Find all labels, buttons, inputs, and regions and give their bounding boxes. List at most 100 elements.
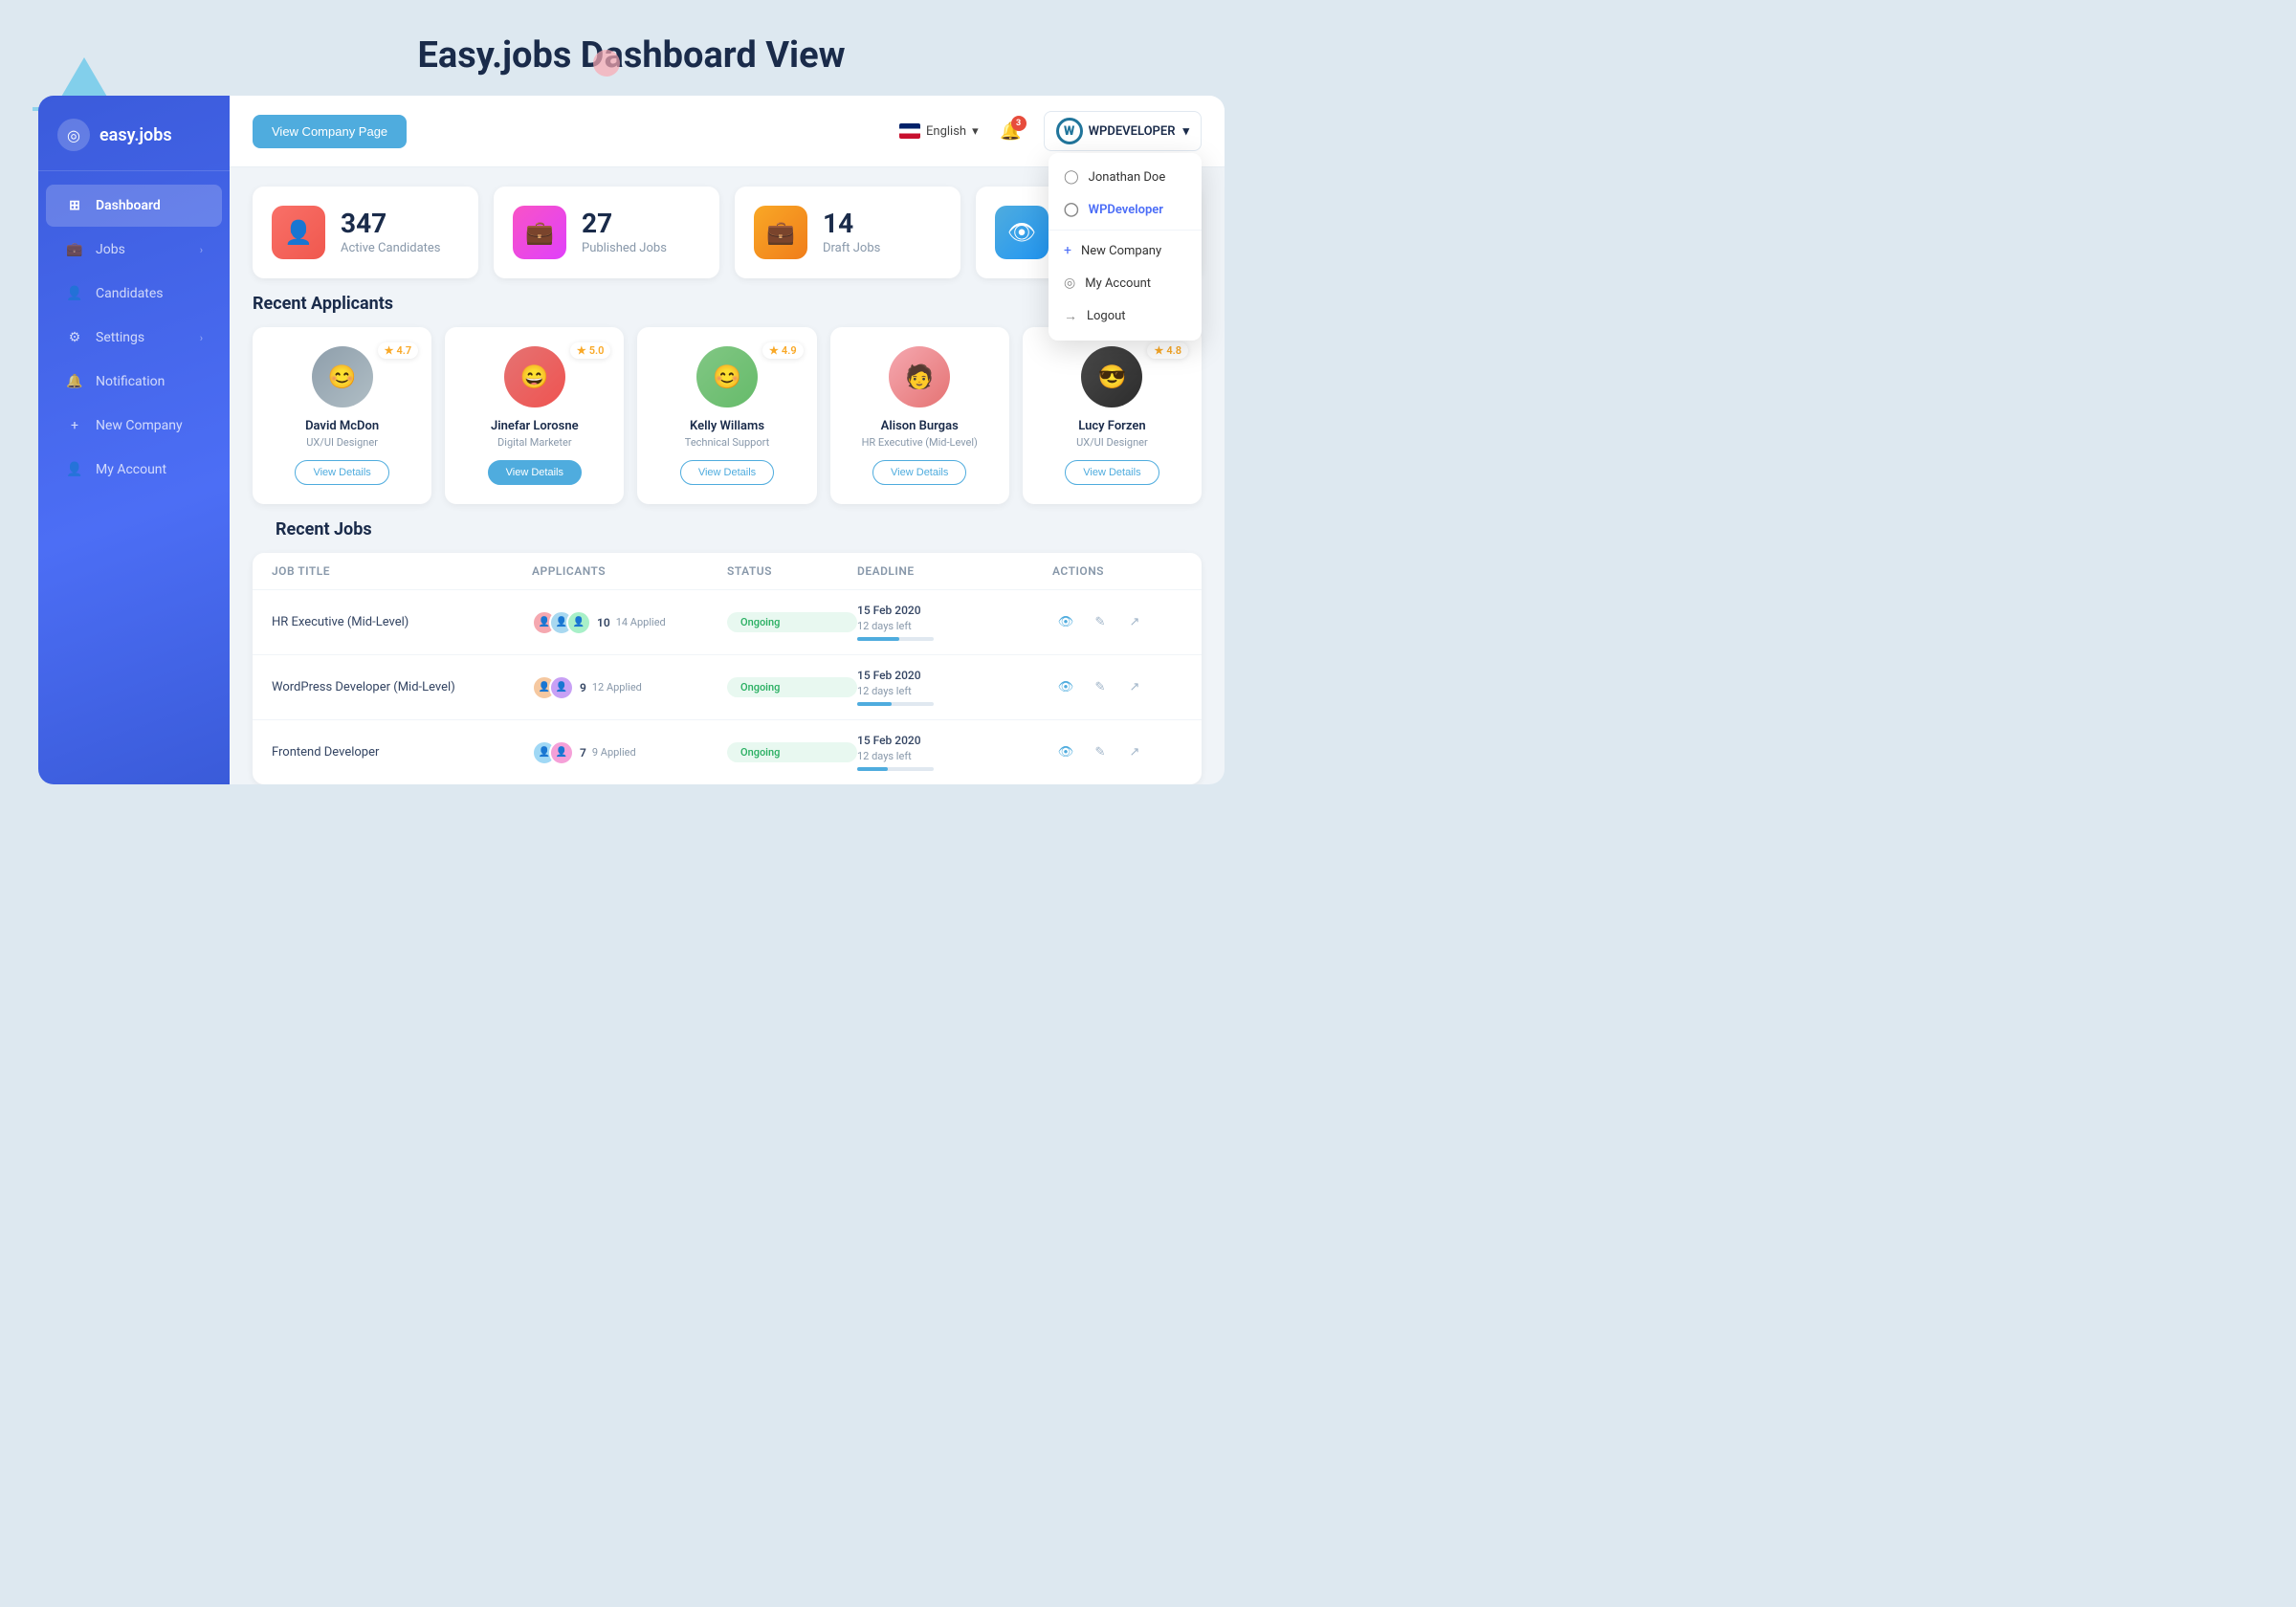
job-title: Frontend Developer (272, 745, 532, 759)
dropdown-item-wpdeveloper[interactable]: ◯ WPDeveloper (1049, 193, 1202, 226)
view-details-button[interactable]: View Details (488, 460, 582, 485)
sidebar-item-settings[interactable]: ⚙ Settings › (46, 317, 222, 359)
company-name: WPDEVELOPER (1089, 124, 1176, 139)
applicant-avatar: 😄 (504, 346, 565, 407)
col-status: Status (727, 564, 857, 578)
applicant-avatar: 😎 (1081, 346, 1142, 407)
table-row: HR Executive (Mid-Level) 👤 👤 👤 10 14 App… (253, 590, 1202, 655)
view-action-button[interactable]: 👁 (1052, 674, 1079, 701)
stat-card-published-jobs: 💼 27 Published Jobs (494, 187, 719, 278)
chevron-down-icon: ▾ (972, 124, 979, 139)
job-title: HR Executive (Mid-Level) (272, 615, 532, 629)
applicant-count: 7 (580, 746, 586, 759)
deadline-cell: 15 Feb 2020 12 days left (857, 669, 1052, 706)
notification-button[interactable]: 🔔 3 (994, 114, 1028, 148)
dropdown-item-label: My Account (1085, 276, 1151, 291)
main-layout: ◎ easy.jobs ⊞ Dashboard 💼 Jobs › 👤 Candi… (38, 96, 1225, 784)
edit-action-button[interactable]: ✎ (1087, 739, 1114, 766)
applicant-role: Digital Marketer (497, 436, 572, 449)
view-details-button[interactable]: View Details (295, 460, 388, 485)
candidates-icon: 👤 (65, 284, 84, 303)
view-action-button[interactable]: 👁 (1052, 609, 1079, 636)
stat-number: 27 (582, 210, 667, 237)
logo-icon: ◎ (57, 119, 90, 151)
applicant-card-lucy: ★ 4.8 😎 Lucy Forzen UX/UI Designer View … (1023, 327, 1202, 504)
rating-badge: ★ 4.9 (762, 342, 804, 359)
rating-badge: ★ 4.7 (378, 342, 419, 359)
applied-count: 9 Applied (592, 746, 636, 759)
view-details-button[interactable]: View Details (872, 460, 966, 485)
applicant-card-alison: 🧑 Alison Burgas HR Executive (Mid-Level)… (830, 327, 1009, 504)
topbar-left: View Company Page (253, 115, 884, 148)
sidebar-item-label: Settings (96, 330, 144, 345)
dropdown-item-new-company[interactable]: + New Company (1049, 234, 1202, 267)
stat-card-active-candidates: 👤 347 Active Candidates (253, 187, 478, 278)
language-selector[interactable]: English ▾ (899, 123, 979, 139)
table-row: WordPress Developer (Mid-Level) 👤 👤 9 12… (253, 655, 1202, 720)
applicant-count: 10 (597, 616, 610, 629)
sidebar-item-label: New Company (96, 418, 183, 433)
home-icon: ⊞ (65, 196, 84, 215)
stat-number: 14 (823, 210, 880, 237)
share-action-button[interactable]: ↗ (1121, 674, 1148, 701)
applicants-avatars: 👤 👤 👤 10 14 Applied (532, 610, 727, 635)
add-company-icon: + (65, 416, 84, 435)
edit-action-button[interactable]: ✎ (1087, 609, 1114, 636)
view-action-button[interactable]: 👁 (1052, 739, 1079, 766)
stat-label: Active Candidates (341, 241, 441, 255)
star-icon: ★ (769, 344, 779, 357)
applicant-count: 9 (580, 681, 586, 694)
applicant-card-jinefar: ★ 5.0 😄 Jinefar Lorosne Digital Marketer… (445, 327, 624, 504)
applicant-role: Technical Support (685, 436, 769, 449)
applicant-avatar: 😊 (696, 346, 758, 407)
dropdown-divider (1049, 230, 1202, 231)
deadline-days: 12 days left (857, 685, 1052, 697)
chevron-down-icon: ▾ (1182, 124, 1189, 139)
sidebar-item-jobs[interactable]: 💼 Jobs › (46, 229, 222, 271)
sidebar-item-dashboard[interactable]: ⊞ Dashboard (46, 185, 222, 227)
sidebar-item-notification[interactable]: 🔔 Notification (46, 361, 222, 403)
plus-icon: + (1064, 243, 1071, 258)
stat-card-draft-jobs: 💼 14 Draft Jobs (735, 187, 960, 278)
status-badge: Ongoing (727, 612, 857, 632)
edit-action-button[interactable]: ✎ (1087, 674, 1114, 701)
deadline-bar-fill (857, 702, 892, 706)
mini-avatar: 👤 (549, 740, 574, 765)
settings-icon: ⚙ (65, 328, 84, 347)
share-action-button[interactable]: ↗ (1121, 739, 1148, 766)
jobs-icon: 💼 (65, 240, 84, 259)
star-icon: ★ (577, 344, 586, 357)
dropdown-item-my-account[interactable]: ◎ My Account (1049, 267, 1202, 299)
applicant-card-kelly: ★ 4.9 😊 Kelly Willams Technical Support … (637, 327, 816, 504)
view-details-button[interactable]: View Details (680, 460, 774, 485)
notification-badge: 3 (1011, 116, 1027, 131)
mini-avatar: 👤 (566, 610, 591, 635)
action-icons: 👁 ✎ ↗ (1052, 609, 1182, 636)
dropdown-item-label: Jonathan Doe (1089, 170, 1166, 185)
share-action-button[interactable]: ↗ (1121, 609, 1148, 636)
sidebar-item-label: Jobs (96, 242, 125, 257)
col-actions: Actions (1052, 564, 1182, 578)
sidebar-item-candidates[interactable]: 👤 Candidates (46, 273, 222, 315)
deadline-bar (857, 767, 934, 771)
table-row: Frontend Developer 👤 👤 7 9 Applied Ongoi… (253, 720, 1202, 784)
dropdown-item-jonathan[interactable]: ◯ Jonathan Doe (1049, 161, 1202, 193)
sidebar-item-new-company[interactable]: + New Company (46, 405, 222, 447)
applicant-name: Kelly Willams (690, 419, 764, 433)
view-company-button[interactable]: View Company Page (253, 115, 407, 148)
recent-jobs-section: Recent Jobs Job Title Applicants Status … (230, 519, 1225, 784)
wp-circle: W (1056, 118, 1083, 144)
company-selector[interactable]: W WPDEVELOPER ▾ (1044, 111, 1202, 151)
deadline-bar-fill (857, 767, 888, 771)
view-details-button[interactable]: View Details (1065, 460, 1159, 485)
mini-avatar: 👤 (549, 675, 574, 700)
dropdown-item-logout[interactable]: → Logout (1049, 299, 1202, 333)
stat-icon-published: 💼 (513, 206, 566, 259)
sidebar-item-my-account[interactable]: 👤 My Account (46, 449, 222, 491)
applicant-name: David McDon (305, 419, 379, 433)
sidebar-logo: ◎ easy.jobs (38, 96, 230, 171)
jobs-table: Job Title Applicants Status Deadline Act… (253, 553, 1202, 784)
stat-info: 27 Published Jobs (582, 210, 667, 255)
stat-label: Draft Jobs (823, 241, 880, 255)
stat-label: Published Jobs (582, 241, 667, 255)
